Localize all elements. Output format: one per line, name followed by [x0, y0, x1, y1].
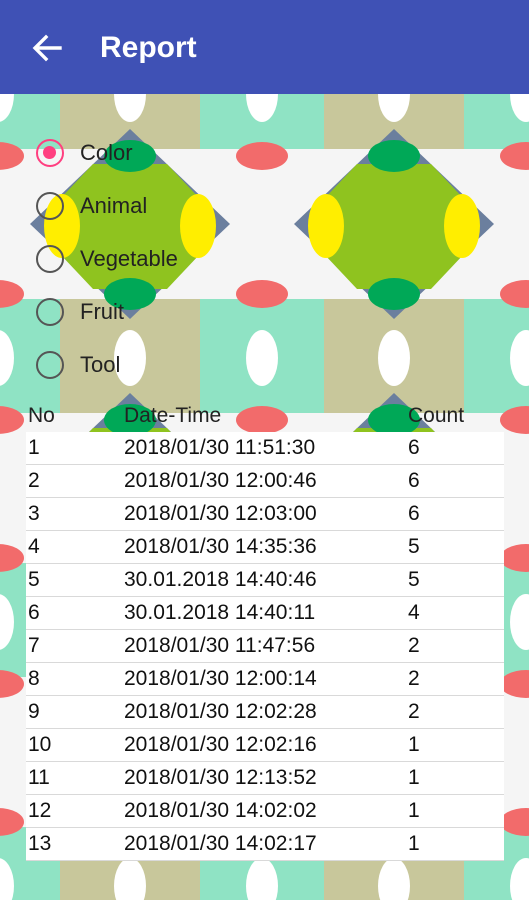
cell-count: 6 — [408, 502, 420, 525]
cell-datetime: 2018/01/30 12:02:16 — [124, 733, 317, 756]
cell-no: 13 — [28, 832, 52, 855]
table-row[interactable]: 2 2018/01/30 12:00:46 6 — [26, 465, 504, 498]
radio-button[interactable] — [36, 244, 64, 273]
radio-option-color[interactable]: Color — [36, 126, 178, 179]
cell-count: 2 — [408, 634, 420, 657]
cell-datetime: 2018/01/30 12:03:00 — [124, 502, 317, 525]
cell-datetime: 2018/01/30 14:35:36 — [124, 535, 317, 558]
cell-datetime: 2018/01/30 14:02:17 — [124, 832, 317, 855]
cell-count: 1 — [408, 766, 420, 789]
cell-no: 9 — [28, 700, 40, 723]
radio-button[interactable] — [36, 297, 64, 326]
radio-option-tool[interactable]: Tool — [36, 338, 178, 391]
app-bar: Report — [0, 0, 529, 94]
radio-button-checked[interactable] — [36, 138, 64, 167]
cell-datetime: 2018/01/30 14:02:02 — [124, 799, 317, 822]
radio-option-fruit[interactable]: Fruit — [36, 285, 178, 338]
table-row[interactable]: 6 30.01.2018 14:40:11 4 — [26, 597, 504, 630]
cell-count: 4 — [408, 601, 420, 624]
cell-no: 12 — [28, 799, 52, 822]
cell-count: 2 — [408, 700, 420, 723]
radio-label: Animal — [80, 192, 148, 218]
cell-no: 7 — [28, 634, 40, 657]
table-row[interactable]: 13 2018/01/30 14:02:17 1 — [26, 828, 504, 861]
cell-no: 2 — [28, 469, 40, 492]
table-row[interactable]: 7 2018/01/30 11:47:56 2 — [26, 630, 504, 663]
cell-count: 2 — [408, 667, 420, 690]
cell-count: 1 — [408, 733, 420, 756]
report-table: No Date-Time Count 1 2018/01/30 11:51:30 6… — [26, 400, 504, 861]
table-row[interactable]: 9 2018/01/30 12:02:28 2 — [26, 696, 504, 729]
cell-datetime: 2018/01/30 12:00:14 — [124, 667, 317, 690]
cell-no: 11 — [28, 766, 50, 789]
table-row[interactable]: 1 2018/01/30 11:51:30 6 — [26, 432, 504, 465]
header-no: No — [28, 404, 55, 427]
radio-label: Color — [80, 139, 133, 165]
radio-option-animal[interactable]: Animal — [36, 179, 178, 232]
radio-option-vegetable[interactable]: Vegetable — [36, 232, 178, 285]
radio-button[interactable] — [36, 350, 64, 379]
table-body[interactable]: 1 2018/01/30 11:51:30 6 2 2018/01/30 12:00:… — [26, 432, 504, 861]
cell-count: 1 — [408, 832, 420, 855]
category-radio-group: Color Animal Vegetable Fruit Tool — [36, 126, 178, 391]
cell-datetime: 30.01.2018 14:40:11 — [124, 601, 316, 624]
cell-count: 6 — [408, 469, 420, 492]
cell-count: 1 — [408, 799, 420, 822]
cell-datetime: 30.01.2018 14:40:46 — [124, 568, 317, 591]
table-row[interactable]: 3 2018/01/30 12:03:00 6 — [26, 498, 504, 531]
cell-datetime: 2018/01/30 12:02:28 — [124, 700, 317, 723]
cell-no: 1 — [28, 436, 40, 459]
cell-datetime: 2018/01/30 11:47:56 — [124, 634, 316, 657]
cell-no: 6 — [28, 601, 40, 624]
cell-count: 5 — [408, 535, 420, 558]
radio-label: Fruit — [80, 298, 124, 324]
table-row[interactable]: 11 2018/01/30 12:13:52 1 — [26, 762, 504, 795]
radio-label: Vegetable — [80, 245, 178, 271]
cell-count: 5 — [408, 568, 420, 591]
cell-no: 5 — [28, 568, 40, 591]
table-row[interactable]: 10 2018/01/30 12:02:16 1 — [26, 729, 504, 762]
cell-no: 8 — [28, 667, 40, 690]
table-row[interactable]: 4 2018/01/30 14:35:36 5 — [26, 531, 504, 564]
table-row[interactable]: 5 30.01.2018 14:40:46 5 — [26, 564, 504, 597]
page-title: Report — [100, 31, 197, 64]
cell-datetime: 2018/01/30 11:51:30 — [124, 436, 316, 459]
table-row[interactable]: 8 2018/01/30 12:00:14 2 — [26, 663, 504, 696]
cell-datetime: 2018/01/30 12:13:52 — [124, 766, 317, 789]
cell-no: 3 — [28, 502, 40, 525]
header-datetime: Date-Time — [124, 404, 222, 427]
table-header: No Date-Time Count — [26, 400, 504, 432]
header-count: Count — [408, 404, 465, 427]
radio-button[interactable] — [36, 191, 64, 220]
radio-label: Tool — [80, 351, 121, 377]
cell-datetime: 2018/01/30 12:00:46 — [124, 469, 317, 492]
back-button[interactable] — [20, 24, 74, 72]
cell-no: 4 — [28, 535, 40, 558]
cell-no: 10 — [28, 733, 52, 756]
cell-count: 6 — [408, 436, 420, 459]
arrow-back-icon — [32, 34, 62, 62]
table-row[interactable]: 12 2018/01/30 14:02:02 1 — [26, 795, 504, 828]
